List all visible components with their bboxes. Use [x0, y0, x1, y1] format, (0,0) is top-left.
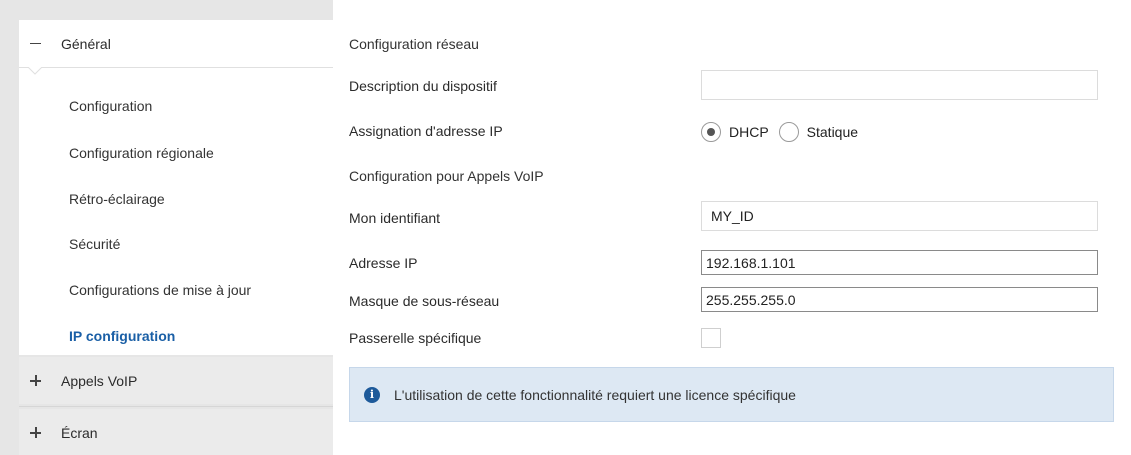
sidebar-item-backlight[interactable]: Rétro-éclairage	[19, 177, 333, 221]
sidebar-group-screen-wrap: Écran	[0, 409, 333, 455]
sidebar-group-label: Appels VoIP	[61, 373, 138, 389]
collapse-icon[interactable]	[29, 37, 43, 51]
sidebar-item-ip-configuration[interactable]: IP configuration	[19, 314, 333, 358]
radio-dhcp[interactable]: DHCP	[701, 122, 769, 142]
radio-label-static: Statique	[806, 124, 859, 140]
sidebar-group-voip-calls-wrap: Appels VoIP	[0, 357, 333, 405]
label-my-id: Mon identifiant	[349, 210, 441, 226]
main-panel: Configuration réseau Description du disp…	[333, 0, 1131, 455]
label-ip-address: Adresse IP	[349, 255, 418, 271]
ip-address-input[interactable]	[701, 250, 1098, 275]
ip-assignment-radio-group: DHCP Statique	[701, 119, 868, 145]
notch-indicator-icon	[28, 67, 42, 75]
expand-icon[interactable]	[29, 426, 43, 440]
section-title-network: Configuration réseau	[349, 36, 479, 52]
sidebar-item-security[interactable]: Sécurité	[19, 222, 333, 266]
sidebar-group-label: Écran	[61, 425, 98, 441]
sidebar-item-configuration[interactable]: Configuration	[19, 84, 333, 128]
specific-gateway-checkbox[interactable]	[701, 328, 721, 348]
info-banner: i L'utilisation de cette fonctionnalité …	[349, 367, 1114, 422]
label-specific-gateway: Passerelle spécifique	[349, 330, 482, 346]
my-id-input[interactable]	[701, 201, 1098, 231]
radio-unselected-icon[interactable]	[778, 122, 799, 142]
radio-selected-icon[interactable]	[701, 122, 721, 142]
divider	[19, 406, 333, 407]
label-device-description: Description du dispositif	[349, 78, 497, 94]
subnet-mask-input[interactable]	[701, 287, 1098, 312]
expand-icon[interactable]	[29, 374, 43, 388]
sidebar-group-label: Général	[61, 35, 111, 52]
sidebar-group-voip-calls[interactable]: Appels VoIP	[19, 357, 333, 405]
radio-label-dhcp: DHCP	[729, 124, 769, 140]
info-text: L'utilisation de cette fonctionnalité re…	[394, 386, 796, 403]
label-subnet-mask: Masque de sous-réseau	[349, 293, 500, 309]
sidebar-group-general[interactable]: Général	[19, 20, 333, 68]
section-title-voip: Configuration pour Appels VoIP	[349, 168, 544, 184]
sidebar-item-update-configurations[interactable]: Configurations de mise à jour	[19, 268, 333, 312]
label-ip-assignment: Assignation d'adresse IP	[349, 123, 503, 139]
sidebar: Général Configuration Configuration régi…	[0, 0, 333, 455]
radio-static[interactable]: Statique	[778, 122, 859, 142]
info-icon: i	[364, 386, 380, 403]
device-description-input[interactable]	[701, 70, 1098, 100]
sidebar-group-screen[interactable]: Écran	[19, 409, 333, 455]
sidebar-item-regional-configuration[interactable]: Configuration régionale	[19, 131, 333, 175]
